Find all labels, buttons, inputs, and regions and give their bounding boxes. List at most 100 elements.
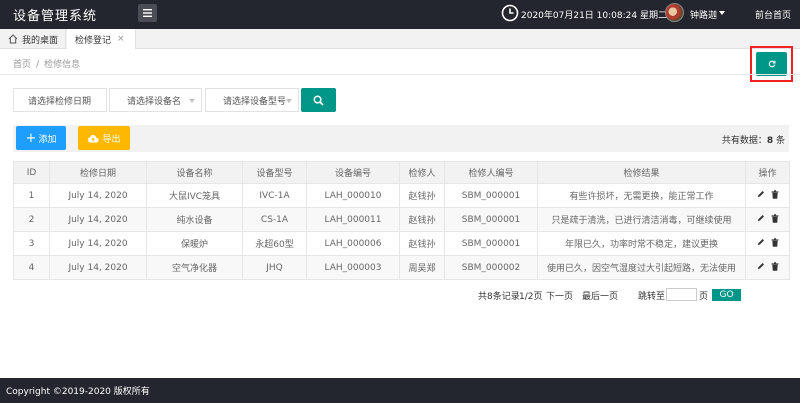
edit-icon[interactable]	[757, 214, 765, 225]
page-number-input[interactable]	[666, 288, 697, 301]
refresh-icon	[768, 60, 775, 68]
tab-label: 检修登记	[75, 35, 112, 46]
delete-icon[interactable]	[771, 261, 779, 274]
device-model-select[interactable]: 请选择设备型号	[205, 88, 299, 112]
select-placeholder: 请选择设备型号	[223, 96, 287, 107]
table-row: 2 July 14, 2020 纯水设备 CS-1A LAH_000011 赵钱…	[13, 207, 790, 232]
edit-icon[interactable]	[757, 190, 765, 201]
cell-result: 有些许损坏，无需更换，能正常工作	[537, 183, 746, 208]
cell-person-code: SBM_000001	[444, 183, 538, 208]
column-header: 设备编号	[306, 161, 400, 184]
column-header: ID	[13, 161, 50, 184]
column-header: 检修结果	[537, 161, 746, 184]
cell-id: 4	[13, 255, 50, 280]
cell-device-name: 大鼠IVC笼具	[146, 183, 243, 208]
delete-icon[interactable]	[771, 213, 779, 226]
tab-my-desktop[interactable]: 我的桌面	[0, 29, 66, 49]
cell-actions	[745, 255, 790, 280]
plus-icon: +	[25, 130, 37, 146]
cell-person: 赵钱孙	[399, 231, 445, 256]
go-button[interactable]: GO	[712, 289, 741, 301]
tab-bar: 我的桌面 检修登记 ×	[0, 29, 800, 49]
cell-actions	[745, 183, 790, 208]
chevron-down-icon	[189, 99, 195, 103]
cell-person-code: SBM_000001	[444, 231, 538, 256]
cell-result: 年限已久，功率时常不稳定，建议更换	[537, 231, 746, 256]
current-datetime: 2020年07月21日 10:08:24 星期二	[521, 11, 667, 21]
pager-next-link[interactable]: 下一页	[546, 289, 573, 302]
app-title: 设备管理系统	[13, 9, 98, 24]
column-header: 检修人编号	[444, 161, 538, 184]
pager-unit-label: 页	[699, 292, 709, 302]
cloud-upload-icon	[88, 134, 100, 142]
cell-device-name: 纯水设备	[146, 207, 243, 232]
delete-icon[interactable]	[771, 237, 779, 250]
tab-repair-register[interactable]: 检修登记 ×	[67, 29, 136, 49]
add-label: 添加	[38, 134, 57, 145]
column-header: 检修人	[399, 161, 445, 184]
cell-device-code: LAH_000010	[306, 183, 400, 208]
cell-person-code: SBM_000001	[444, 207, 538, 232]
pager-jump-label: 跳转至	[638, 292, 666, 302]
username-menu[interactable]: 钟路迦	[690, 8, 717, 21]
cell-device-code: LAH_000011	[306, 207, 400, 232]
cell-model: CS-1A	[242, 207, 307, 232]
breadcrumb: 首页 / 检修信息	[13, 57, 80, 70]
chevron-down-icon	[286, 99, 292, 103]
select-placeholder: 请选择设备名	[127, 96, 182, 107]
total-number: 8	[766, 136, 774, 146]
column-header: 检修日期	[49, 161, 147, 184]
refresh-button[interactable]	[756, 52, 787, 76]
cell-device-name: 保暖炉	[146, 231, 243, 256]
cell-person-code: SBM_000002	[444, 255, 538, 280]
divider	[0, 74, 800, 75]
breadcrumb-separator: /	[36, 60, 40, 70]
breadcrumb-current: 检修信息	[44, 60, 81, 70]
delete-icon[interactable]	[771, 189, 779, 202]
table-header-row: ID 检修日期 设备名称 设备型号 设备编号 检修人 检修人编号 检修结果 操作	[13, 161, 790, 184]
chevron-down-icon[interactable]	[719, 11, 725, 15]
cell-result: 使用已久，因空气湿度过大引起短路，无法使用	[537, 255, 746, 280]
copyright-text: Copyright ©2019-2020 版权所有	[6, 387, 150, 397]
search-button[interactable]	[301, 88, 336, 112]
column-header: 设备名称	[146, 161, 243, 184]
edit-icon[interactable]	[757, 262, 765, 273]
tab-label: 我的桌面	[22, 35, 59, 46]
cell-device-code: LAH_000003	[306, 255, 400, 280]
pager-last-link[interactable]: 最后一页	[582, 289, 618, 302]
avatar[interactable]	[665, 3, 684, 22]
repair-date-input[interactable]: 请选择检修日期	[13, 88, 107, 112]
cell-device-code: LAH_000006	[306, 231, 400, 256]
cell-id: 1	[13, 183, 50, 208]
cell-model: 永超60型	[242, 231, 307, 256]
cell-date: July 14, 2020	[49, 255, 147, 280]
device-name-select[interactable]: 请选择设备名	[109, 88, 202, 112]
breadcrumb-home[interactable]: 首页	[13, 60, 31, 70]
repair-table: ID 检修日期 设备名称 设备型号 设备编号 检修人 检修人编号 检修结果 操作…	[13, 161, 790, 280]
add-button[interactable]: + 添加	[16, 126, 66, 150]
export-button[interactable]: 导出	[78, 126, 130, 150]
table-toolbar: + 添加 导出 共有数据：8 条	[13, 125, 789, 152]
edit-icon[interactable]	[757, 238, 765, 249]
cell-actions	[745, 231, 790, 256]
search-icon	[313, 95, 324, 106]
column-header: 操作	[745, 161, 790, 184]
cell-device-name: 空气净化器	[146, 255, 243, 280]
cell-date: July 14, 2020	[49, 231, 147, 256]
menu-toggle-button[interactable]	[138, 4, 157, 22]
column-header: 设备型号	[242, 161, 307, 184]
pager-record-count: 共8条记录	[478, 292, 520, 302]
clock-icon	[501, 4, 519, 22]
total-label: 共有数据：	[721, 136, 767, 146]
export-label: 导出	[102, 134, 121, 145]
footer: Copyright ©2019-2020 版权所有	[0, 378, 800, 403]
cell-person: 赵钱孙	[399, 207, 445, 232]
cell-model: JHQ	[242, 255, 307, 280]
frontpage-link[interactable]: 前台首页	[755, 8, 791, 21]
cell-actions	[745, 207, 790, 232]
cell-date: July 14, 2020	[49, 207, 147, 232]
table-row: 4 July 14, 2020 空气净化器 JHQ LAH_000003 周吴郑…	[13, 255, 790, 280]
table-row: 3 July 14, 2020 保暖炉 永超60型 LAH_000006 赵钱孙…	[13, 231, 790, 256]
total-unit: 条	[775, 136, 785, 146]
close-icon[interactable]: ×	[117, 34, 125, 44]
